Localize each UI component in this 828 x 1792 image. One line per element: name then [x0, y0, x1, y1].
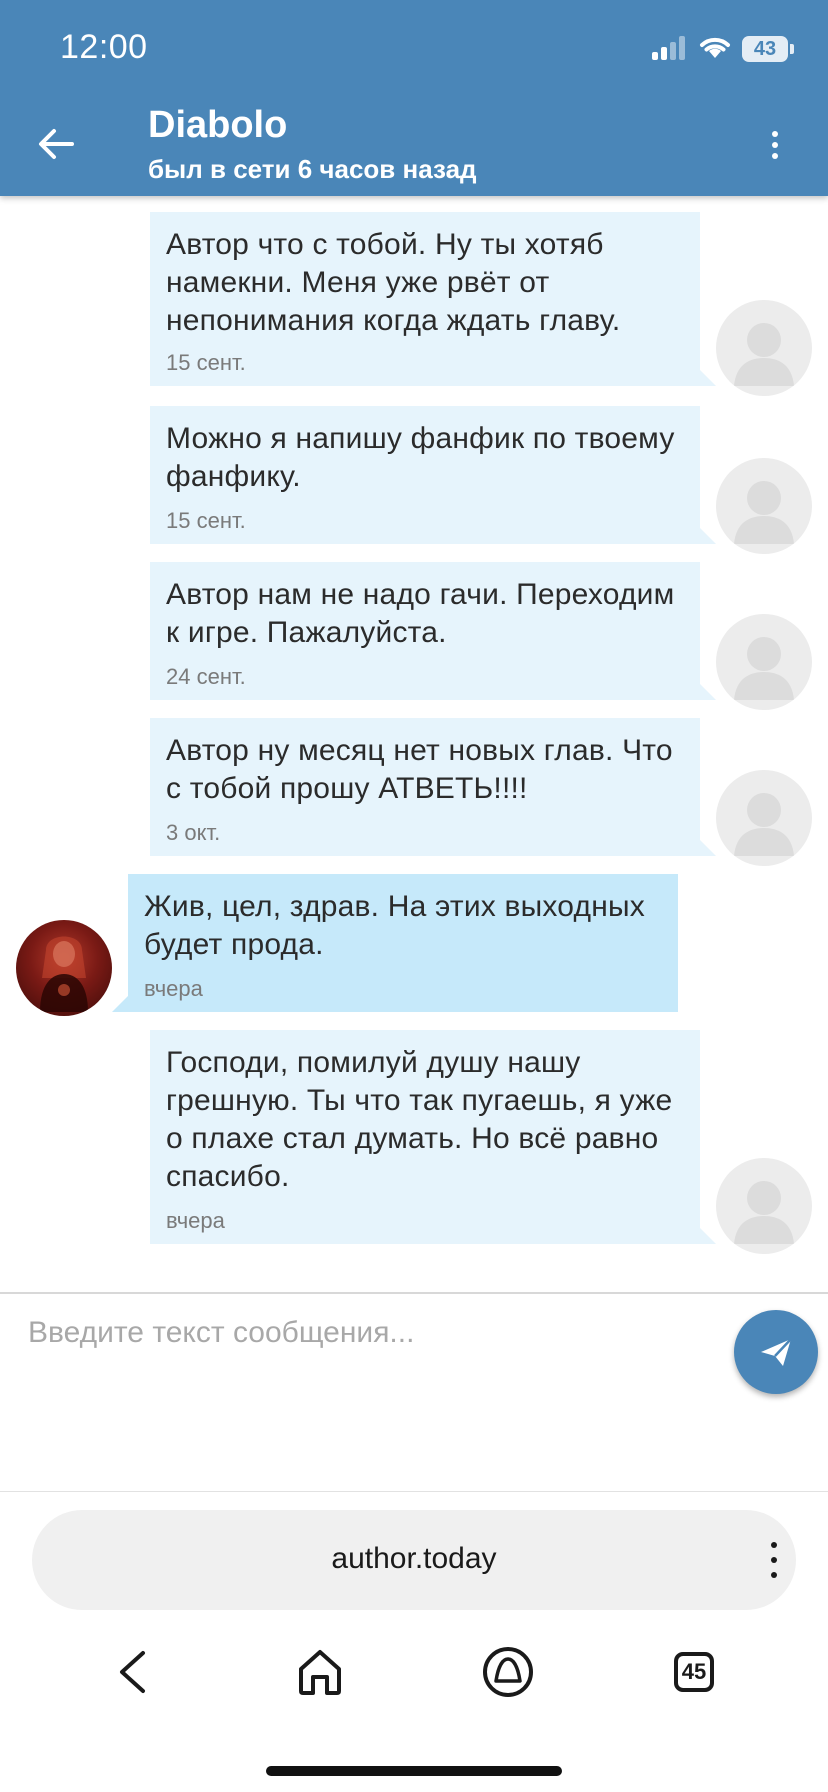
last-seen-status: был в сети 6 часов назад: [148, 154, 477, 184]
message-bubble: Автор что с тобой. Ну ты хотяб намекни. …: [150, 212, 716, 386]
more-vertical-icon: [771, 1542, 777, 1548]
user-placeholder-icon: [734, 793, 794, 856]
wifi-icon: [698, 34, 732, 65]
message-date: 15 сент.: [166, 508, 246, 533]
sender-avatar[interactable]: [716, 300, 812, 396]
battery-level: 43: [742, 36, 788, 62]
message-text: Господи, помилуй душу нашу грешную. Ты ч…: [166, 1046, 673, 1193]
message-date: вчера: [166, 1208, 225, 1233]
message-bubble: Господи, помилуй душу нашу грешную. Ты ч…: [150, 1030, 716, 1244]
message-text: Автор ну месяц нет новых глав. Что с тоб…: [166, 734, 673, 805]
user-placeholder-icon: [734, 323, 794, 386]
browser-menu-button[interactable]: [764, 1542, 784, 1578]
url-text[interactable]: author.today: [32, 1542, 796, 1576]
nav-home-button[interactable]: [288, 1640, 352, 1704]
signal-icon: [652, 36, 688, 60]
message-input[interactable]: Введите текст сообщения...: [28, 1316, 708, 1350]
sender-avatar[interactable]: [716, 458, 812, 554]
message-bubble: Автор нам не надо гачи. Переходим к игре…: [150, 562, 716, 700]
chat-title: Diabolo: [148, 104, 288, 146]
message-text: Автор нам не надо гачи. Переходим к игре…: [166, 578, 675, 649]
sender-avatar[interactable]: [716, 1158, 812, 1254]
message-bubble: Автор ну месяц нет новых глав. Что с тоб…: [150, 718, 716, 856]
arrow-left-icon: [39, 129, 74, 159]
nav-back-button[interactable]: [100, 1640, 164, 1704]
user-placeholder-icon: [734, 1181, 794, 1244]
assistant-icon: [483, 1647, 533, 1697]
status-time: 12:00: [60, 28, 148, 66]
message-list[interactable]: Автор что с тобой. Ну ты хотяб намекни. …: [0, 196, 828, 1292]
user-placeholder-icon: [734, 481, 794, 544]
more-menu-button[interactable]: [760, 122, 790, 168]
message-text: Можно я напишу фанфик по твоему фанфику.: [166, 422, 675, 493]
browser-navigation-bar: 45: [0, 1640, 828, 1720]
assistant-button[interactable]: [476, 1640, 540, 1704]
message-date: вчера: [144, 976, 203, 1001]
message-text: Жив, цел, здрав. На этих выходных будет …: [144, 890, 645, 961]
diabolo-avatar[interactable]: [16, 920, 112, 1016]
sender-avatar[interactable]: [716, 614, 812, 710]
sender-avatar[interactable]: [716, 770, 812, 866]
tabs-count: 45: [674, 1652, 714, 1692]
message-date: 24 сент.: [166, 664, 246, 689]
send-button[interactable]: [734, 1310, 818, 1394]
chat-header: 12:00 43 Diabolo был в сети 6 часов наза…: [0, 0, 828, 196]
back-button[interactable]: [30, 118, 82, 170]
browser-address-bar[interactable]: author.today: [32, 1510, 796, 1610]
chevron-left-icon: [120, 1651, 145, 1693]
battery-icon: [790, 44, 794, 54]
character-portrait-icon: [40, 936, 88, 1012]
home-indicator[interactable]: [266, 1766, 562, 1776]
my-message-bubble: Жив, цел, здрав. На этих выходных будет …: [112, 874, 678, 1012]
home-icon: [299, 1650, 341, 1695]
message-text: Автор что с тобой. Ну ты хотяб намекни. …: [166, 228, 621, 337]
more-vertical-icon: [772, 131, 778, 137]
message-date: 3 окт.: [166, 820, 221, 845]
message-date: 15 сент.: [166, 350, 246, 375]
message-bubble: Можно я напишу фанфик по твоему фанфику.…: [150, 406, 716, 544]
tabs-button[interactable]: 45: [662, 1640, 726, 1704]
send-icon: [761, 1338, 792, 1366]
message-composer: Введите текст сообщения...: [0, 1292, 828, 1492]
user-placeholder-icon: [734, 637, 794, 700]
